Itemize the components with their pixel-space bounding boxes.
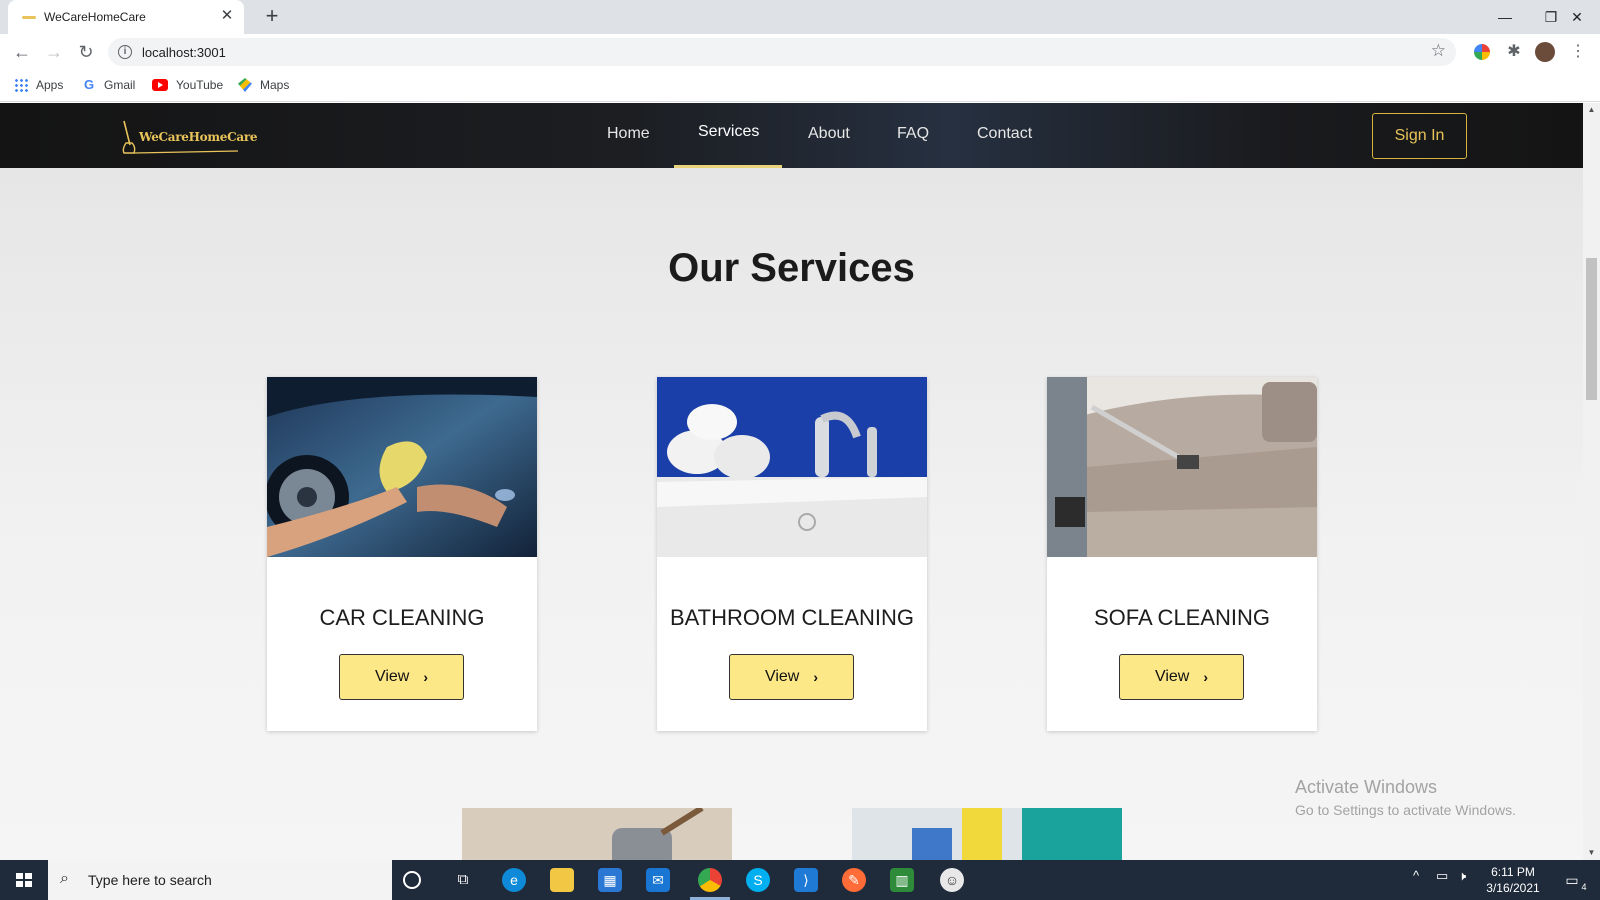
page-viewport: WeCareHomeCare Home Services About FAQ C… [0, 103, 1583, 860]
clock-date: 3/16/2021 [1486, 881, 1540, 895]
sign-in-button[interactable]: Sign In [1372, 113, 1467, 159]
postman-icon[interactable]: ✎ [842, 868, 866, 892]
color-extension-icon[interactable] [1474, 44, 1490, 60]
section-title: Our Services [668, 246, 915, 290]
button-label: View [1154, 668, 1190, 685]
skype-icon[interactable]: S [746, 868, 770, 892]
forward-arrow-icon[interactable]: → [42, 40, 66, 64]
bookmark-label: Gmail [104, 78, 136, 92]
service-name: SOFA CLEANING [1093, 605, 1271, 630]
bookmark-youtube[interactable]: YouTube [152, 78, 223, 92]
nav-home[interactable]: Home [607, 125, 650, 143]
service-card-car: CAR CLEANING View › [267, 377, 537, 731]
bookmark-label: YouTube [176, 78, 224, 92]
volume-mute-icon[interactable]: 🕨 [1458, 868, 1466, 884]
edge-icon[interactable]: e [502, 868, 526, 892]
bathroom-cleaning-image [657, 377, 927, 557]
page-scrollbar[interactable]: ▲ ▼ [1583, 103, 1600, 860]
service-card-house [852, 808, 1122, 860]
chevron-right-icon: › [423, 669, 429, 685]
network-icon[interactable]: ▭ [1436, 868, 1448, 884]
service-card-sofa: SOFA CLEANING View › [1047, 377, 1317, 731]
nav-about[interactable]: About [808, 125, 850, 143]
sofa-cleaning-image [1047, 377, 1317, 557]
maps-icon [238, 78, 252, 92]
youtube-icon [152, 79, 168, 91]
chevron-right-icon: › [1203, 669, 1209, 685]
bookmark-label: Maps [260, 78, 290, 92]
back-arrow-icon[interactable]: ← [10, 40, 34, 64]
site-navbar: WeCareHomeCare Home Services About FAQ C… [0, 103, 1583, 168]
clock-time: 6:11 PM [1491, 865, 1535, 879]
bookmark-label: Apps [36, 78, 64, 92]
chrome-icon[interactable] [698, 868, 722, 892]
button-label: View [374, 668, 410, 685]
reload-icon[interactable]: ↻ [74, 40, 98, 64]
view-bathroom-cleaning-button[interactable]: View › [729, 654, 854, 700]
chevron-right-icon: › [813, 669, 819, 685]
site-favicon-icon [22, 16, 36, 19]
windows-logo-icon [16, 873, 32, 887]
house-cleaning-image [852, 808, 1122, 860]
bookmarks-bar: Apps G Gmail YouTube Maps [0, 70, 1600, 102]
tray-chevron-icon[interactable]: ^ [1413, 868, 1419, 883]
close-tab-icon[interactable]: ✕ [218, 7, 236, 25]
extensions-puzzle-icon[interactable]: ✱ [1504, 42, 1524, 62]
cortana-icon[interactable] [403, 871, 421, 889]
logo-text[interactable]: WeCareHomeCare [139, 130, 257, 144]
search-icon: ⌕ [60, 870, 69, 887]
browser-tab-strip: WeCareHomeCare ✕ + — ❐ ✕ [0, 0, 1600, 34]
view-sofa-cleaning-button[interactable]: View › [1119, 654, 1244, 700]
bookmark-gmail[interactable]: G Gmail [82, 77, 136, 93]
car-cleaning-image [267, 377, 537, 557]
scroll-down-icon[interactable]: ▼ [1586, 848, 1597, 857]
view-car-cleaning-button[interactable]: View › [339, 654, 464, 700]
tab-title: WeCareHomeCare [44, 10, 146, 24]
url-text[interactable]: localhost:3001 [142, 45, 226, 60]
profile-avatar[interactable] [1535, 42, 1555, 62]
mail-icon[interactable]: ✉ [646, 868, 670, 892]
task-view-icon[interactable]: ⧉ [451, 868, 475, 892]
site-info-icon[interactable]: i [118, 45, 132, 59]
nav-faq[interactable]: FAQ [897, 125, 929, 143]
system-clock[interactable]: 6:11 PM 3/16/2021 [1480, 864, 1546, 896]
close-window-button[interactable]: ✕ [1554, 4, 1600, 30]
new-tab-button[interactable]: + [260, 5, 284, 29]
notification-count: 4 [1578, 882, 1590, 892]
browser-tab[interactable]: WeCareHomeCare ✕ [8, 0, 244, 34]
minimize-button[interactable]: — [1482, 4, 1528, 30]
carpet-cleaning-image [462, 808, 732, 860]
scroll-up-icon[interactable]: ▲ [1586, 105, 1597, 114]
bookmark-star-icon[interactable]: ☆ [1431, 41, 1446, 61]
google-icon: G [83, 77, 95, 92]
nav-contact[interactable]: Contact [977, 125, 1032, 143]
file-explorer-icon[interactable] [550, 868, 574, 892]
service-card-bathroom: BATHROOM CLEANING View › [657, 377, 927, 731]
apps-grid-icon [14, 78, 28, 92]
start-button[interactable] [0, 860, 48, 900]
address-bar[interactable]: i localhost:3001 ☆ [108, 38, 1456, 66]
windows-taskbar: ⌕ Type here to search ⧉ e ▦ ✉ S ⟩ ✎ ▥ ☺ … [0, 860, 1600, 900]
button-label: View [764, 668, 800, 685]
active-nav-indicator [674, 165, 782, 168]
browser-toolbar: ← → ↻ i localhost:3001 ☆ ✱ ⋮ [0, 34, 1600, 70]
service-name: BATHROOM CLEANING [669, 605, 915, 630]
scroll-thumb[interactable] [1586, 258, 1597, 400]
search-placeholder: Type here to search [88, 872, 212, 888]
app-icon[interactable]: ☺ [940, 868, 964, 892]
store-icon[interactable]: ▦ [598, 868, 622, 892]
bookmark-apps[interactable]: Apps [14, 78, 63, 92]
activate-windows-title: Activate Windows [1295, 777, 1438, 797]
bookmark-maps[interactable]: Maps [238, 78, 289, 92]
vscode-icon[interactable]: ⟩ [794, 868, 818, 892]
nav-services[interactable]: Services [698, 123, 759, 141]
service-card-carpet [462, 808, 732, 860]
spreadsheet-icon[interactable]: ▥ [890, 868, 914, 892]
service-name: CAR CLEANING [319, 605, 485, 630]
taskbar-search[interactable]: ⌕ Type here to search [48, 860, 392, 900]
browser-menu-icon[interactable]: ⋮ [1568, 42, 1588, 62]
activate-windows-subtitle: Go to Settings to activate Windows. [1295, 802, 1516, 818]
